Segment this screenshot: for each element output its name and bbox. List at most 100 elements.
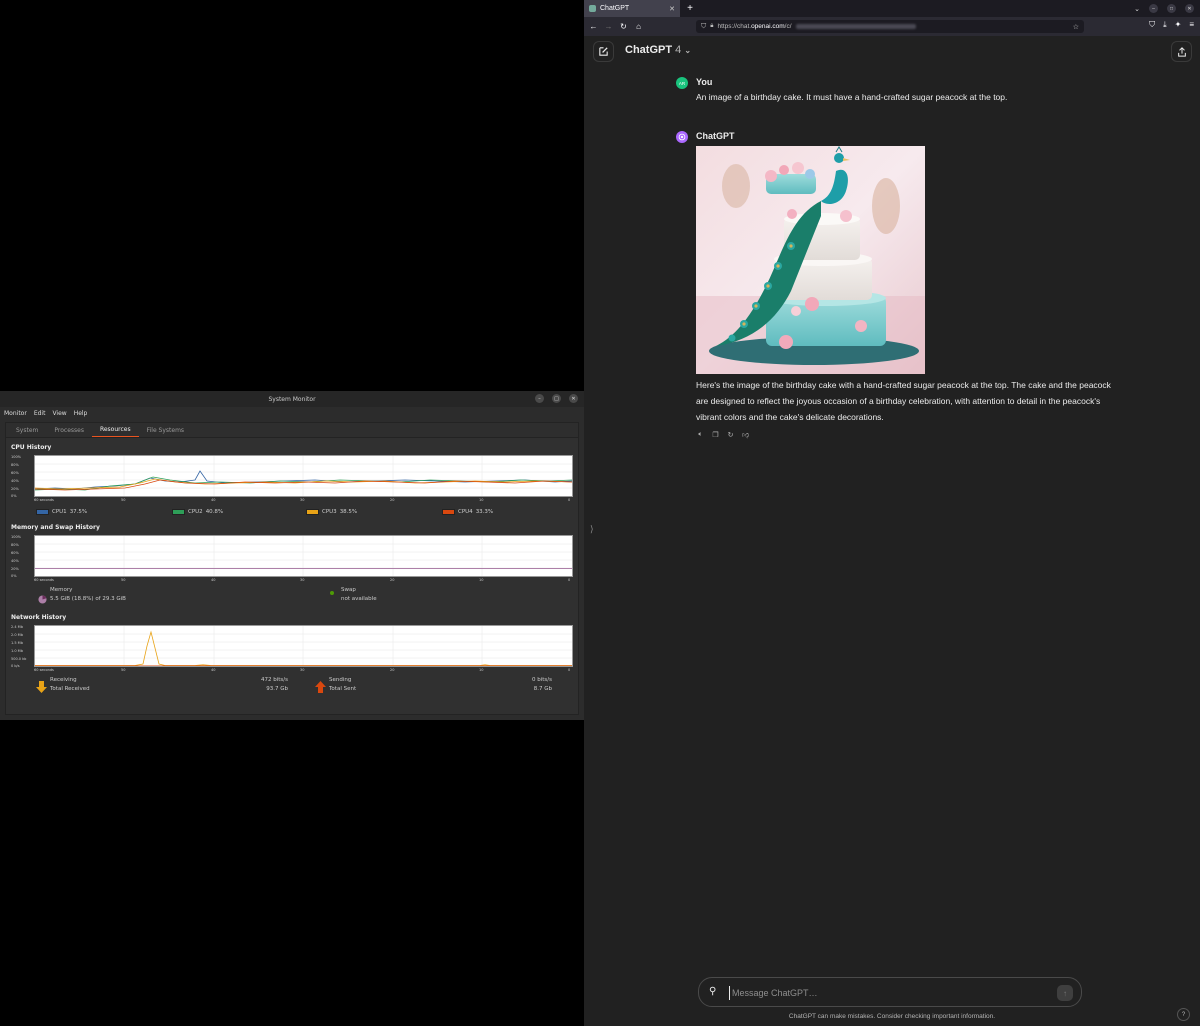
read-aloud-icon[interactable]: 🔈︎ (696, 430, 705, 439)
cpu-ytick: 0% (11, 494, 17, 498)
thumbs-down-icon[interactable]: 👎︎ (741, 430, 750, 439)
minimize-icon[interactable]: – (1149, 4, 1158, 13)
assistant-message: ChatGPT Here's the image of the birthday… (676, 131, 1111, 451)
message-input[interactable] (729, 986, 1029, 1000)
url-bar[interactable]: ⛉ 🔒︎ https://chat.openai.com/c/ ☆ (696, 20, 1084, 33)
cpu3-legend: CPU3 38.5% (306, 509, 357, 515)
user-message-text: An image of a birthday cake. It must hav… (696, 92, 1008, 102)
menu-view[interactable]: View (52, 410, 66, 417)
hamburger-menu-icon[interactable]: ≡ (1189, 20, 1194, 30)
cpu4-color-swatch[interactable] (442, 509, 455, 515)
sending-value: 0 bits/s (531, 677, 552, 683)
network-xtick: 50 (121, 668, 126, 672)
reload-icon[interactable]: ↻ (616, 22, 631, 31)
network-graph (34, 625, 573, 667)
network-ytick: 2.4 Mb (11, 625, 23, 629)
browser-tab-chatgpt[interactable]: ChatGPT ✕ (584, 0, 680, 17)
chatgpt-avatar-icon (676, 131, 688, 143)
swap-value: not available (341, 596, 377, 602)
menu-help[interactable]: Help (74, 410, 88, 417)
edit-icon (599, 47, 608, 56)
bookmark-star-icon[interactable]: ☆ (1073, 23, 1079, 31)
menu-edit[interactable]: Edit (34, 410, 46, 417)
cpu-xtick: 0 (568, 498, 571, 502)
network-ytick: 0 b/s (11, 664, 20, 668)
memory-pie-icon[interactable] (38, 589, 47, 608)
cpu-ytick: 20% (11, 487, 19, 491)
assistant-name: ChatGPT (696, 131, 735, 141)
receiving-value: 472 bits/s (260, 677, 288, 683)
help-button[interactable]: ? (1177, 1008, 1190, 1021)
network-xticks: 60 seconds 50 40 30 20 10 0 (34, 668, 573, 674)
send-button[interactable]: ↑ (1057, 985, 1073, 1001)
attach-paperclip-icon[interactable]: ⚲ (709, 986, 716, 997)
tab-resources[interactable]: Resources (91, 423, 139, 437)
sysmon-menubar: Monitor Edit View Help (0, 407, 584, 419)
assistant-message-text: Here's the image of the birthday cake wi… (696, 380, 1111, 422)
generated-cake-image[interactable] (696, 146, 925, 374)
home-icon[interactable]: ⌂ (631, 22, 646, 31)
new-tab-icon[interactable]: + (682, 3, 698, 14)
url-text: https://chat.openai.com/c/ (717, 23, 791, 30)
cpu1-label: CPU1 (52, 509, 67, 515)
forward-icon[interactable]: → (601, 22, 616, 31)
extensions-icon[interactable]: ✦ (1175, 20, 1182, 30)
maximize-icon[interactable]: □ (552, 394, 561, 403)
swap-label: Swap (341, 587, 356, 593)
chat-header: ChatGPT 4 ⌄ (584, 36, 1200, 68)
receiving-label: Receiving (50, 677, 77, 683)
cpu-graph (34, 455, 573, 497)
new-chat-button[interactable] (593, 41, 614, 62)
browser-tabstrip: ChatGPT ✕ + ⌄ – □ ✕ (584, 0, 1200, 17)
cpu-ytick: 40% (11, 479, 19, 483)
cpu3-label: CPU3 (322, 509, 337, 515)
memory-ytick: 80% (11, 543, 19, 547)
model-selector[interactable]: ChatGPT 4 ⌄ (625, 44, 691, 56)
cpu2-value: 40.8% (205, 509, 224, 515)
tab-list-chevron-icon[interactable]: ⌄ (1134, 5, 1140, 13)
cpu1-color-swatch[interactable] (36, 509, 49, 515)
back-icon[interactable]: ← (586, 22, 601, 31)
swap-dot-icon[interactable] (330, 591, 334, 595)
shield-icon[interactable]: ⛉ (701, 23, 706, 31)
copy-icon[interactable]: ❐ (711, 430, 720, 439)
cpu-yticks: 100% 80% 60% 40% 20% 0% (11, 455, 33, 498)
tab-system[interactable]: System (8, 423, 46, 437)
network-history-title: Network History (11, 614, 67, 621)
close-icon[interactable]: ✕ (1185, 4, 1194, 13)
lock-icon[interactable]: 🔒︎ (710, 23, 713, 30)
network-yticks: 2.4 Mb 2.0 Mb 1.5 Mb 1.0 Mb 500.0 kb 0 b… (11, 625, 33, 668)
sysmon-titlebar[interactable]: System Monitor – □ ✕ (0, 391, 584, 407)
user-message: AR You An image of a birthday cake. It m… (676, 77, 1106, 107)
cpu3-color-swatch[interactable] (306, 509, 319, 515)
pocket-icon[interactable]: ⛉ (1149, 20, 1155, 30)
menu-monitor[interactable]: Monitor (4, 410, 27, 417)
network-xtick: 30 (300, 668, 305, 672)
regenerate-icon[interactable]: ↻ (726, 430, 735, 439)
maximize-icon[interactable]: □ (1167, 4, 1176, 13)
url-path: /c/ (784, 23, 792, 30)
user-name: You (696, 77, 713, 87)
share-button[interactable] (1171, 41, 1192, 62)
cpu2-color-swatch[interactable] (172, 509, 185, 515)
close-tab-icon[interactable]: ✕ (669, 5, 675, 13)
receiving-arrow-icon[interactable] (36, 678, 47, 697)
network-graph-svg (35, 626, 572, 666)
cpu3-value: 38.5% (339, 509, 358, 515)
memory-ytick: 20% (11, 567, 19, 571)
sysmon-title: System Monitor (268, 395, 316, 403)
cpu4-label: CPU4 (458, 509, 473, 515)
close-icon[interactable]: ✕ (569, 394, 578, 403)
user-avatar: AR (676, 77, 688, 89)
tab-processes[interactable]: Processes (46, 423, 92, 437)
sidebar-toggle-icon[interactable]: ⟩ (590, 524, 594, 535)
sending-arrow-icon[interactable] (315, 678, 326, 697)
memory-xtick: 30 (300, 578, 305, 582)
downloads-icon[interactable]: ⤓ (1163, 20, 1167, 30)
tab-file-systems[interactable]: File Systems (139, 423, 192, 437)
memory-label: Memory (50, 587, 73, 593)
receiving-line (35, 630, 572, 666)
cpu-graph-svg (35, 456, 572, 496)
minimize-icon[interactable]: – (535, 394, 544, 403)
memory-xtick: 60 seconds (34, 578, 54, 582)
